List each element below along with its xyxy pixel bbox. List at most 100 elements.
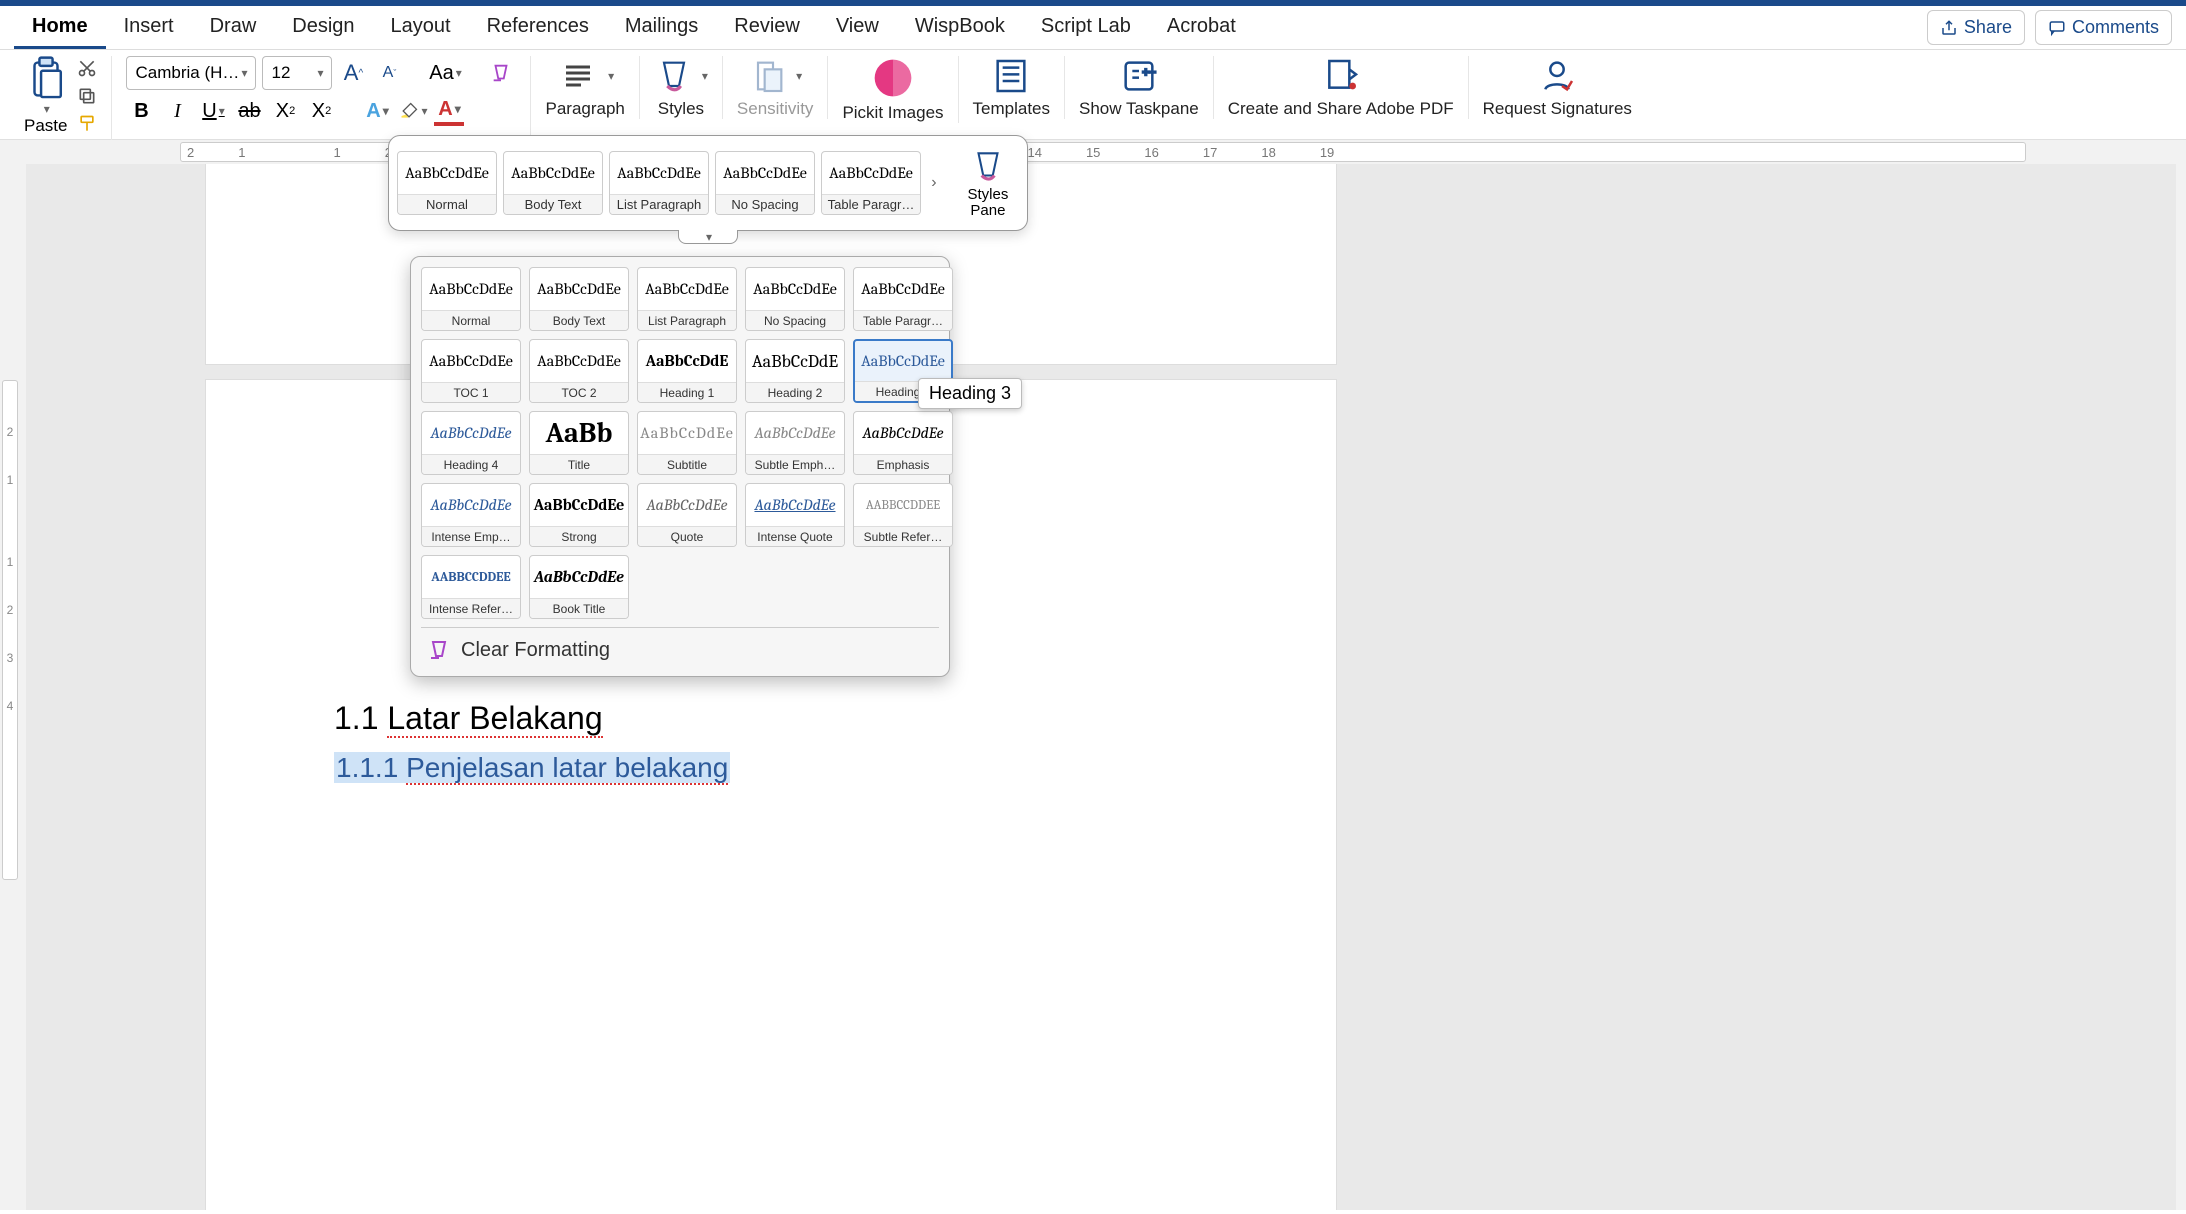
ruler-v-tick: 1 (7, 473, 14, 487)
style-normal[interactable]: AaBbCcDdEeNormal (397, 151, 497, 215)
style-emphasis[interactable]: AaBbCcDdEeEmphasis (853, 411, 953, 475)
style-table-paragr-[interactable]: AaBbCcDdEeTable Paragr… (821, 151, 921, 215)
style-intense-refer-[interactable]: AABBCCDDEEIntense Refer… (421, 555, 521, 619)
page-background: 1.1 Latar Belakang 1.1.1 Penjelasan lata… (26, 164, 2176, 1210)
highlight-button[interactable]: ▾ (398, 96, 428, 126)
ruler-h-tick: 15 (1086, 145, 1100, 160)
strikethrough-button[interactable]: ab (234, 96, 264, 126)
paste-label: Paste (24, 116, 67, 136)
comments-button[interactable]: Comments (2035, 10, 2172, 45)
style-subtle-emph-[interactable]: AaBbCcDdEeSubtle Emph… (745, 411, 845, 475)
tab-acrobat[interactable]: Acrobat (1149, 7, 1254, 49)
chevron-down-icon: ▾ (241, 66, 247, 80)
ruler-v-tick: 3 (7, 651, 14, 665)
style-list-paragraph[interactable]: AaBbCcDdEeList Paragraph (609, 151, 709, 215)
cut-icon[interactable] (77, 58, 97, 78)
style-book-title[interactable]: AaBbCcDdEeBook Title (529, 555, 629, 619)
style-heading-2[interactable]: AaBbCcDdEHeading 2 (745, 339, 845, 403)
share-button[interactable]: Share (1927, 10, 2025, 45)
signatures-label: Request Signatures (1483, 100, 1632, 119)
style-strong[interactable]: AaBbCcDdEeStrong (529, 483, 629, 547)
style-list-paragraph[interactable]: AaBbCcDdEeList Paragraph (637, 267, 737, 331)
styles-icon[interactable] (654, 56, 694, 96)
tab-references[interactable]: References (469, 7, 607, 49)
tab-mailings[interactable]: Mailings (607, 7, 716, 49)
signature-icon (1537, 56, 1577, 96)
tab-draw[interactable]: Draw (192, 7, 275, 49)
group-adobe[interactable]: Create and Share Adobe PDF (1214, 56, 1469, 119)
styles-pane-button[interactable]: Styles Pane (957, 143, 1019, 224)
tab-home[interactable]: Home (14, 7, 106, 49)
italic-button[interactable]: I (162, 96, 192, 126)
style-table-paragr-[interactable]: AaBbCcDdEeTable Paragr… (853, 267, 953, 331)
tab-layout[interactable]: Layout (373, 7, 469, 49)
style-heading-1[interactable]: AaBbCcDdEHeading 1 (637, 339, 737, 403)
grow-font-button[interactable]: A^ (338, 58, 368, 88)
text-effects-button[interactable]: A▾ (362, 96, 392, 126)
tab-wispbook[interactable]: WispBook (897, 7, 1023, 49)
styles-label: Styles (658, 100, 704, 119)
superscript-button[interactable]: X2 (306, 96, 336, 126)
change-case-button[interactable]: Aa▾ (430, 58, 460, 88)
copy-icon[interactable] (77, 86, 97, 106)
templates-icon (991, 56, 1031, 96)
expand-gallery-button[interactable]: ▾ (678, 230, 738, 244)
paste-icon[interactable] (26, 56, 66, 102)
styles-gallery-dropdown: AaBbCcDdEeNormalAaBbCcDdEeBody TextAaBbC… (410, 256, 950, 677)
bold-button[interactable]: B (126, 96, 156, 126)
subscript-button[interactable]: X2 (270, 96, 300, 126)
group-signatures[interactable]: Request Signatures (1469, 56, 1646, 119)
font-name-select[interactable]: Cambria (H…▾ (126, 56, 256, 90)
chevron-down-icon[interactable]: ▾ (44, 102, 50, 116)
style-intense-emp-[interactable]: AaBbCcDdEeIntense Emp… (421, 483, 521, 547)
tooltip-heading-3: Heading 3 (918, 378, 1022, 409)
format-painter-icon[interactable] (77, 114, 97, 134)
style-no-spacing[interactable]: AaBbCcDdEeNo Spacing (715, 151, 815, 215)
styles-more-button[interactable]: › (927, 174, 941, 192)
chevron-down-icon[interactable]: ▾ (702, 69, 708, 83)
clear-formatting-button[interactable] (486, 58, 516, 88)
share-label: Share (1964, 17, 2012, 38)
style-toc-2[interactable]: AaBbCcDdEeTOC 2 (529, 339, 629, 403)
style-subtle-refer-[interactable]: AABBCCDDEESubtle Refer… (853, 483, 953, 547)
style-title[interactable]: AaBbTitle (529, 411, 629, 475)
style-intense-quote[interactable]: AaBbCcDdEeIntense Quote (745, 483, 845, 547)
pickit-label: Pickit Images (842, 104, 943, 123)
font-size-select[interactable]: 12▾ (262, 56, 332, 90)
group-pickit[interactable]: Pickit Images (828, 56, 958, 123)
style-body-text[interactable]: AaBbCcDdEeBody Text (529, 267, 629, 331)
ruler-h-tick: 19 (1320, 145, 1334, 160)
style-no-spacing[interactable]: AaBbCcDdEeNo Spacing (745, 267, 845, 331)
heading-1-1[interactable]: 1.1 Latar Belakang (334, 700, 603, 737)
tab-review[interactable]: Review (716, 7, 818, 49)
group-templates[interactable]: Templates (959, 56, 1065, 119)
taskpane-icon: +− (1119, 56, 1159, 96)
style-subtitle[interactable]: AaBbCcDdEeSubtitle (637, 411, 737, 475)
tab-script-lab[interactable]: Script Lab (1023, 7, 1149, 49)
clear-formatting-row[interactable]: Clear Formatting (421, 627, 939, 672)
align-icon[interactable] (556, 58, 600, 94)
sensitivity-icon (748, 56, 788, 96)
comment-icon (2048, 19, 2066, 37)
style-quote[interactable]: AaBbCcDdEeQuote (637, 483, 737, 547)
adobe-label: Create and Share Adobe PDF (1228, 100, 1454, 119)
chevron-down-icon[interactable]: ▾ (608, 69, 614, 83)
paragraph-label: Paragraph (545, 100, 624, 119)
style-heading-4[interactable]: AaBbCcDdEeHeading 4 (421, 411, 521, 475)
group-taskpane[interactable]: +− Show Taskpane (1065, 56, 1214, 119)
style-body-text[interactable]: AaBbCcDdEeBody Text (503, 151, 603, 215)
pickit-icon (871, 56, 915, 100)
ruler-h-tick: 17 (1203, 145, 1217, 160)
underline-button[interactable]: U▾ (198, 96, 228, 126)
shrink-font-button[interactable]: Aˇ (374, 58, 404, 88)
tab-insert[interactable]: Insert (106, 7, 192, 49)
ribbon-tabs: HomeInsertDrawDesignLayoutReferencesMail… (0, 6, 2186, 50)
tab-view[interactable]: View (818, 7, 897, 49)
font-color-button[interactable]: A▾ (434, 96, 464, 126)
sensitivity-label: Sensitivity (737, 100, 814, 119)
tab-design[interactable]: Design (274, 7, 372, 49)
heading-1-1-1[interactable]: 1.1.1 Penjelasan latar belakang (334, 752, 730, 784)
style-normal[interactable]: AaBbCcDdEeNormal (421, 267, 521, 331)
ruler-h-tick: 1 (333, 145, 340, 160)
style-toc-1[interactable]: AaBbCcDdEeTOC 1 (421, 339, 521, 403)
